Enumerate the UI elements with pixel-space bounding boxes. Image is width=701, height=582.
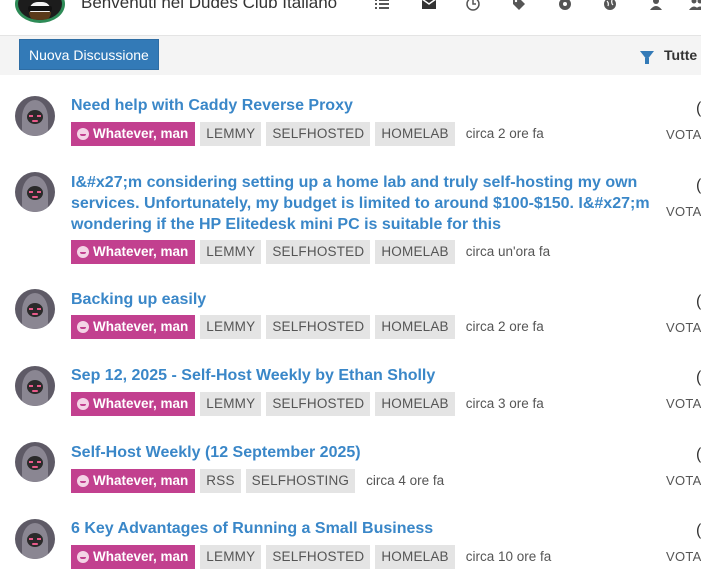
site-header: Benvenuti nel Dudes Club Italiano	[0, 0, 701, 36]
tag[interactable]: HOMELAB	[375, 239, 455, 264]
tag[interactable]: SELFHOSTED	[266, 239, 371, 264]
category-badge[interactable]: Whatever, man	[71, 468, 196, 493]
site-logo[interactable]	[15, 0, 65, 23]
inbox-icon[interactable]	[419, 0, 439, 14]
tag[interactable]: HOMELAB	[375, 314, 455, 339]
tags-icon[interactable]	[509, 0, 529, 14]
tag[interactable]: HOMELAB	[375, 544, 455, 569]
avatar[interactable]	[15, 366, 55, 406]
topic-meta: Whatever, man LEMMY SELFHOSTED HOMELAB c…	[71, 239, 550, 264]
avatar[interactable]	[15, 172, 55, 212]
world-icon[interactable]	[600, 0, 620, 14]
topic-meta: Whatever, man LEMMY SELFHOSTED HOMELAB c…	[71, 544, 551, 569]
filter-icon	[640, 50, 654, 64]
tag[interactable]: HOMELAB	[375, 121, 455, 146]
topic-time[interactable]: circa 10 ore fa	[466, 549, 552, 564]
tag[interactable]: LEMMY	[200, 391, 262, 416]
category-badge[interactable]: Whatever, man	[71, 314, 196, 339]
popular-icon[interactable]	[555, 0, 575, 14]
tag[interactable]: SELFHOSTED	[266, 544, 371, 569]
tag[interactable]: LEMMY	[200, 121, 262, 146]
category-badge[interactable]: Whatever, man	[71, 391, 196, 416]
smile-icon	[77, 397, 89, 410]
tag[interactable]: SELFHOSTING	[245, 468, 356, 493]
tag[interactable]: SELFHOSTED	[266, 314, 371, 339]
avatar[interactable]	[15, 289, 55, 329]
avatar[interactable]	[15, 442, 55, 482]
smile-icon	[77, 245, 89, 258]
category-badge[interactable]: Whatever, man	[71, 544, 196, 569]
avatar[interactable]	[15, 519, 55, 559]
topic-title[interactable]: Need help with Caddy Reverse Proxy	[71, 95, 671, 116]
tag[interactable]: RSS	[200, 468, 241, 493]
tag[interactable]: SELFHOSTED	[266, 391, 371, 416]
groups-icon[interactable]	[687, 0, 701, 14]
clock-icon[interactable]	[463, 0, 483, 14]
topic-meta: Whatever, man LEMMY SELFHOSTED HOMELAB c…	[71, 121, 544, 146]
tag[interactable]: HOMELAB	[375, 391, 455, 416]
new-topic-button[interactable]: Nuova Discussione	[19, 39, 159, 70]
tag[interactable]: SELFHOSTED	[266, 121, 371, 146]
topic-title[interactable]: Self-Host Weekly (12 September 2025)	[71, 442, 671, 463]
user-icon[interactable]	[646, 0, 666, 14]
topic-title[interactable]: I&#x27;m considering setting up a home l…	[71, 172, 665, 235]
list-icon[interactable]	[372, 0, 392, 14]
smile-icon	[77, 550, 89, 563]
smile-icon	[77, 320, 89, 333]
topic-title[interactable]: Sep 12, 2025 - Self-Host Weekly by Ethan…	[71, 365, 671, 386]
topic-time[interactable]: circa un'ora fa	[466, 244, 550, 259]
tag[interactable]: LEMMY	[200, 314, 262, 339]
filter-label: Tutte	[664, 47, 698, 63]
smile-icon	[77, 127, 89, 140]
avatar[interactable]	[15, 96, 55, 136]
topic-meta: Whatever, man LEMMY SELFHOSTED HOMELAB c…	[71, 391, 544, 416]
smile-icon	[77, 474, 89, 487]
topic-time[interactable]: circa 2 ore fa	[466, 126, 544, 141]
tag[interactable]: LEMMY	[200, 239, 262, 264]
filter-dropdown[interactable]: Tutte	[640, 47, 698, 64]
topic-time[interactable]: circa 4 ore fa	[366, 473, 444, 488]
site-title[interactable]: Benvenuti nel Dudes Club Italiano	[81, 0, 337, 13]
topic-meta: Whatever, man RSS SELFHOSTING circa 4 or…	[71, 468, 444, 493]
tag[interactable]: LEMMY	[200, 544, 262, 569]
topic-title[interactable]: 6 Key Advantages of Running a Small Busi…	[71, 518, 671, 539]
category-badge[interactable]: Whatever, man	[71, 239, 196, 264]
topic-title[interactable]: Backing up easily	[71, 289, 671, 310]
topic-meta: Whatever, man LEMMY SELFHOSTED HOMELAB c…	[71, 314, 544, 339]
topic-time[interactable]: circa 2 ore fa	[466, 319, 544, 334]
topic-time[interactable]: circa 3 ore fa	[466, 396, 544, 411]
category-badge[interactable]: Whatever, man	[71, 121, 196, 146]
topic-toolbar: Nuova Discussione Tutte	[0, 36, 701, 75]
